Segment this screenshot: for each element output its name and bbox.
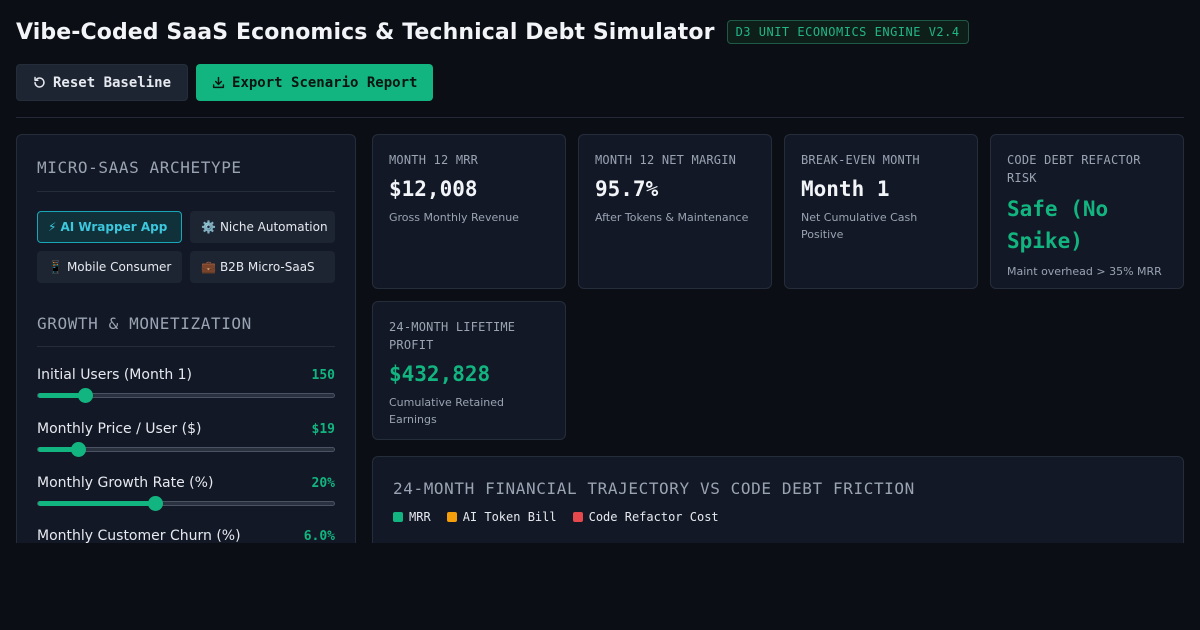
initial-users-slider: Initial Users (Month 1) 150 [37, 367, 335, 403]
legend-label: AI Token Bill [462, 510, 557, 524]
mobile-phone-icon: 📱 [48, 260, 63, 274]
gear-icon: ⚙️ [201, 220, 216, 234]
slider-label: Initial Users (Month 1) [37, 367, 193, 383]
kpi-card-break-even: BREAK-EVEN MONTH Month 1 Net Cumulative … [784, 134, 978, 289]
churn-rate-slider: Monthly Customer Churn (%) 6.0% [37, 528, 335, 563]
legend-swatch [572, 512, 583, 522]
kpi-label: MONTH 12 MRR [389, 153, 479, 167]
kpi-card-net-margin: MONTH 12 NET MARGIN 95.7% After Tokens &… [578, 134, 772, 289]
kpi-label: MONTH 12 NET MARGIN [595, 153, 737, 167]
header-divider [16, 117, 1184, 118]
legend-item-mrr: MRR [393, 510, 431, 524]
page-title: Vibe-Coded SaaS Economics & Technical De… [16, 19, 715, 45]
kpi-value: Month 1 [801, 177, 890, 201]
legend-item-ai-token-bill: AI Token Bill [446, 510, 557, 524]
kpi-value: $12,008 [389, 177, 478, 201]
slider-value: 150 [311, 368, 335, 383]
section-divider [37, 191, 335, 192]
archetype-label: B2B Micro-SaaS [219, 260, 315, 274]
monthly-price-slider: Monthly Price / User ($) $19 [37, 421, 335, 457]
legend-label: MRR [409, 510, 431, 524]
download-icon [212, 76, 225, 89]
archetype-niche-automation-button[interactable]: ⚙️ Niche Automation [190, 211, 335, 243]
archetype-label: Niche Automation [219, 220, 328, 234]
archetype-heading: MICRO-SAAS ARCHETYPE [37, 158, 242, 177]
archetype-ai-wrapper-button[interactable]: ⚡ AI Wrapper App [37, 211, 182, 243]
slider-value: 6.0% [303, 529, 335, 544]
export-report-button[interactable]: Export Scenario Report [196, 64, 434, 101]
kpi-value: $432,828 [389, 362, 491, 386]
kpi-subtitle: Cumulative Retained Earnings [389, 396, 505, 426]
kpi-card-refactor-risk: CODE DEBT REFACTOR RISK Safe (No Spike) … [990, 134, 1184, 289]
slider-track[interactable] [37, 388, 335, 403]
kpi-card-lifetime-profit: 24-MONTH LIFETIME PROFIT $432,828 Cumula… [372, 301, 566, 440]
slider-label: Monthly Growth Rate (%) [37, 475, 214, 491]
kpi-label: 24-MONTH LIFETIME PROFIT [389, 320, 516, 352]
archetype-label: AI Wrapper App [60, 220, 168, 234]
archetype-b2b-micro-saas-button[interactable]: 💼 B2B Micro-SaaS [190, 251, 335, 283]
legend-swatch [393, 512, 403, 522]
kpi-label: CODE DEBT REFACTOR RISK [1007, 153, 1141, 185]
version-badge: D3 UNIT ECONOMICS ENGINE V2.4 [726, 20, 969, 44]
action-bar: Reset Baseline Export Scenario Report [16, 64, 434, 101]
kpi-subtitle: Gross Monthly Revenue [389, 211, 519, 224]
slider-track[interactable] [37, 496, 335, 511]
chart-legend: MRR AI Token Bill Code Refactor Cost [393, 510, 719, 524]
slider-thumb[interactable] [78, 388, 94, 403]
kpi-subtitle: Maint overhead > 35% MRR [1007, 265, 1162, 278]
kpi-subtitle: After Tokens & Maintenance [595, 211, 749, 224]
lightning-icon: ⚡ [48, 220, 57, 234]
slider-thumb[interactable] [147, 496, 163, 511]
slider-value: $19 [311, 422, 335, 437]
reset-icon [34, 76, 45, 88]
kpi-value: Safe (No Spike) [1007, 197, 1109, 253]
kpi-label: BREAK-EVEN MONTH [801, 153, 920, 167]
reset-baseline-button[interactable]: Reset Baseline [16, 64, 189, 101]
control-panel: MICRO-SAAS ARCHETYPE ⚡ AI Wrapper App ⚙️… [16, 134, 356, 564]
header: Vibe-Coded SaaS Economics & Technical De… [16, 16, 969, 48]
legend-label: Code Refactor Cost [588, 510, 719, 524]
viewport-cutoff [0, 543, 1200, 630]
slider-fill [38, 501, 155, 506]
briefcase-icon: 💼 [201, 260, 216, 274]
kpi-card-month12-mrr: MONTH 12 MRR $12,008 Gross Monthly Reven… [372, 134, 566, 289]
kpi-subtitle: Net Cumulative Cash Positive [801, 211, 918, 241]
kpi-value: 95.7% [595, 177, 659, 201]
slider-label: Monthly Customer Churn (%) [37, 528, 241, 544]
reset-baseline-label: Reset Baseline [53, 74, 172, 91]
slider-value: 20% [311, 476, 335, 491]
archetype-label: Mobile Consumer [66, 260, 172, 274]
export-report-label: Export Scenario Report [232, 74, 418, 91]
section-divider [37, 346, 335, 347]
growth-heading: GROWTH & MONETIZATION [37, 314, 252, 333]
legend-swatch [446, 512, 457, 522]
slider-label: Monthly Price / User ($) [37, 421, 202, 437]
slider-thumb[interactable] [70, 442, 86, 457]
growth-rate-slider: Monthly Growth Rate (%) 20% [37, 475, 335, 511]
archetype-mobile-consumer-button[interactable]: 📱 Mobile Consumer [37, 251, 182, 283]
slider-track[interactable] [37, 442, 335, 457]
chart-title: 24-MONTH FINANCIAL TRAJECTORY VS CODE DE… [393, 479, 915, 498]
legend-item-refactor-cost: Code Refactor Cost [572, 510, 719, 524]
